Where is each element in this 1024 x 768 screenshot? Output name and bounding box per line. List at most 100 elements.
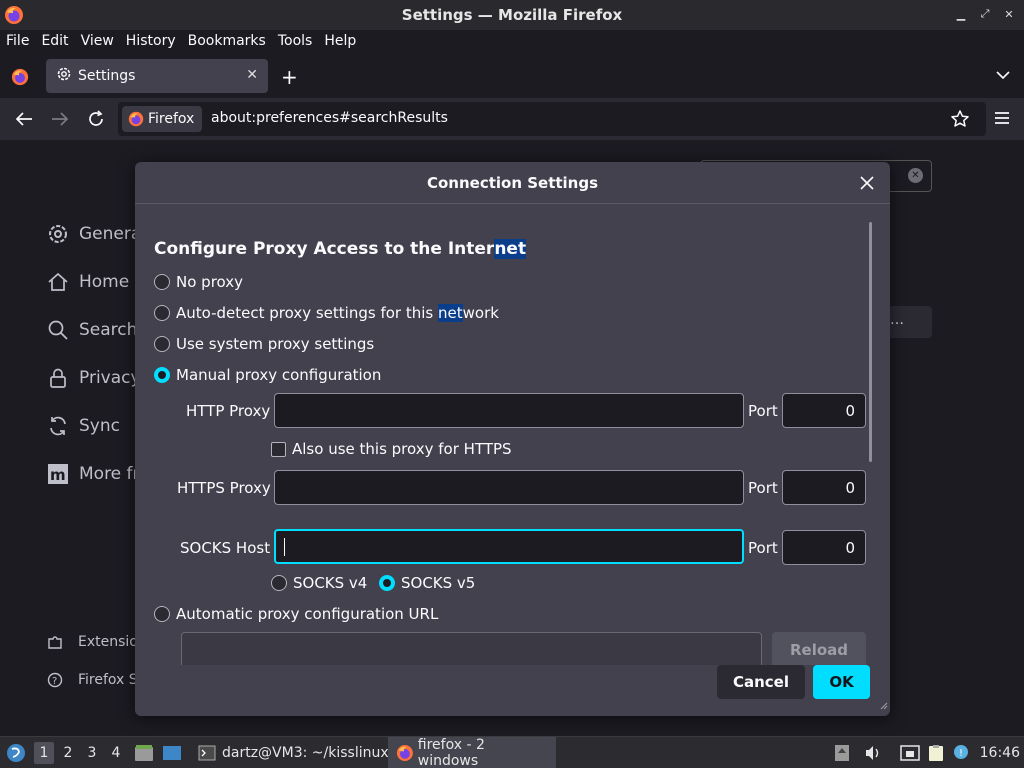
radio-no-proxy[interactable]: No proxy	[154, 273, 243, 291]
radio-button[interactable]	[271, 575, 287, 591]
clipboard-icon[interactable]	[926, 737, 946, 768]
volume-icon[interactable]	[864, 737, 882, 768]
maximize-icon[interactable]: ⤢	[978, 6, 992, 22]
window-label: firefox - 2 windows	[417, 737, 485, 768]
http-port-input[interactable]	[782, 393, 866, 428]
ok-button[interactable]: OK	[813, 665, 870, 699]
sidebar-link-extensions[interactable]: Extensio	[46, 634, 138, 650]
http-proxy-input[interactable]	[274, 393, 744, 428]
help-circle-icon: ?	[46, 672, 64, 688]
sidebar-item-label: Genera	[79, 224, 142, 244]
sidebar-item-label: Search	[79, 320, 138, 340]
firefox-view-icon[interactable]	[11, 68, 29, 90]
tab-settings[interactable]: Settings ✕	[46, 59, 268, 93]
home-icon	[46, 270, 70, 294]
minimize-icon[interactable]: ▁	[954, 6, 968, 22]
radio-socks-v5[interactable]: SOCKS v5	[379, 574, 475, 592]
new-tab-button[interactable]: +	[281, 65, 298, 89]
close-window-icon[interactable]: ✕	[1002, 6, 1016, 22]
start-menu-icon[interactable]	[6, 737, 26, 768]
taskbar: 1 2 3 4 dartz@VM3: ~/kisslinux firefox -…	[0, 736, 1024, 768]
sidebar-link-label: Firefox S	[78, 672, 138, 688]
sidebar-item-privacy[interactable]: Privacy	[46, 366, 141, 390]
sidebar-item-more-from-mozilla[interactable]: m More fr	[46, 462, 140, 486]
menu-history[interactable]: History	[126, 33, 176, 49]
url-text[interactable]: about:preferences#searchResults	[211, 110, 448, 126]
radio-button-selected[interactable]	[379, 575, 395, 591]
firefox-identity-icon	[128, 111, 144, 127]
url-bar[interactable]: Firefox about:preferences#searchResults	[118, 102, 986, 136]
pac-url-input[interactable]	[181, 632, 762, 665]
radio-button-selected[interactable]	[154, 367, 170, 383]
socks-host-label: SOCKS Host	[180, 539, 271, 557]
also-https-label: Also use this proxy for HTTPS	[292, 440, 512, 458]
file-manager-icon[interactable]	[134, 737, 154, 768]
clear-search-icon[interactable]: ✕	[908, 168, 923, 183]
radio-manual-proxy[interactable]: Manual proxy configuration	[154, 366, 381, 384]
https-port-input[interactable]	[782, 470, 866, 505]
window-titlebar: Settings — Mozilla Firefox ▁ ⤢ ✕	[0, 0, 1024, 30]
reload-button[interactable]: Reload	[772, 632, 866, 665]
firefox-taskbar-icon	[396, 745, 413, 761]
back-arrow-icon[interactable]	[14, 109, 34, 129]
menu-file[interactable]: File	[6, 33, 29, 49]
forward-arrow-icon[interactable]	[50, 109, 70, 129]
also-https-checkbox[interactable]	[271, 442, 286, 457]
radio-button[interactable]	[154, 305, 170, 321]
menu-edit[interactable]: Edit	[41, 33, 68, 49]
radio-button[interactable]	[154, 606, 170, 622]
dialog-body: Configure Proxy Access to the Internet N…	[135, 205, 890, 665]
chevron-down-icon[interactable]	[996, 68, 1010, 84]
radio-auto-proxy-url[interactable]: Automatic proxy configuration URL	[154, 605, 438, 623]
menu-view[interactable]: View	[81, 33, 114, 49]
taskbar-window-firefox[interactable]: firefox - 2 windows	[388, 737, 556, 768]
sidebar-item-label: Privacy	[79, 368, 141, 388]
proxy-heading: Configure Proxy Access to the Internet	[154, 239, 527, 259]
clock: 16:46	[979, 745, 1020, 761]
identity-box[interactable]: Firefox	[122, 106, 203, 132]
socks-port-input[interactable]	[782, 530, 866, 565]
sidebar-link-support[interactable]: ? Firefox S	[46, 672, 138, 688]
sidebar-item-general[interactable]: Genera	[46, 222, 141, 246]
socks-host-input[interactable]	[274, 529, 744, 564]
workspace-1[interactable]: 1	[34, 742, 54, 764]
workspace-4[interactable]: 4	[106, 742, 126, 764]
desktop-icon[interactable]	[162, 737, 182, 768]
resize-grip-icon[interactable]	[878, 698, 888, 714]
tab-bar: Settings ✕ +	[0, 52, 1024, 98]
navigation-bar: Firefox about:preferences#searchResults	[0, 98, 1024, 140]
hamburger-menu-icon[interactable]	[994, 111, 1010, 129]
reload-icon[interactable]	[86, 109, 106, 129]
radio-button[interactable]	[154, 274, 170, 290]
cancel-button[interactable]: Cancel	[717, 665, 805, 699]
gear-icon	[56, 66, 72, 86]
svg-text:?: ?	[52, 676, 57, 687]
menu-bookmarks[interactable]: Bookmarks	[188, 33, 266, 49]
sidebar-item-home[interactable]: Home	[46, 270, 129, 294]
radio-auto-detect[interactable]: Auto-detect proxy settings for this netw…	[154, 304, 499, 322]
sidebar-item-sync[interactable]: Sync	[46, 414, 120, 438]
sidebar-item-label: Sync	[79, 416, 120, 436]
notification-icon[interactable]: !	[952, 737, 972, 768]
window-label: dartz@VM3: ~/kisslinux	[222, 745, 389, 761]
workspace-2[interactable]: 2	[58, 742, 78, 764]
radio-label: Manual proxy configuration	[176, 366, 382, 384]
connection-settings-dialog: Connection Settings Configure Proxy Acce…	[135, 162, 890, 716]
close-tab-icon[interactable]: ✕	[246, 67, 258, 83]
radio-system-proxy[interactable]: Use system proxy settings	[154, 335, 374, 353]
menu-help[interactable]: Help	[324, 33, 356, 49]
radio-button[interactable]	[154, 336, 170, 352]
menu-tools[interactable]: Tools	[278, 33, 313, 49]
network-icon[interactable]	[900, 737, 920, 768]
sidebar-item-search[interactable]: Search	[46, 318, 137, 342]
radio-label: Automatic proxy configuration URL	[176, 605, 439, 623]
workspace-3[interactable]: 3	[82, 742, 102, 764]
https-proxy-input[interactable]	[274, 470, 744, 505]
radio-label: Use system proxy settings	[176, 335, 375, 353]
close-dialog-icon[interactable]	[856, 172, 878, 194]
taskbar-window-terminal[interactable]: dartz@VM3: ~/kisslinux	[190, 737, 397, 768]
sidebar-item-label: Home	[79, 272, 130, 292]
upload-tray-icon[interactable]	[834, 737, 850, 768]
bookmark-star-icon[interactable]	[950, 109, 970, 133]
radio-socks-v4[interactable]: SOCKS v4	[271, 574, 367, 592]
